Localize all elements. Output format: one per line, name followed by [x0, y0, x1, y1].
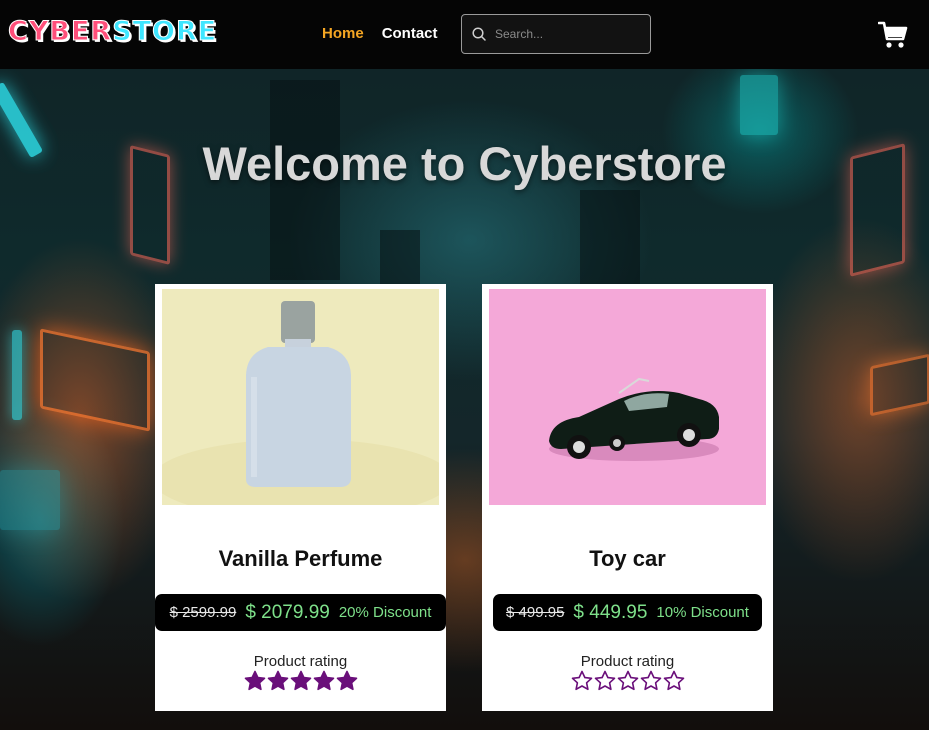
store-logo[interactable]: CYBERSTORE [7, 16, 218, 48]
star-empty-icon[interactable] [640, 670, 662, 692]
price-bar: $ 2599.99 $ 2079.99 20% Discount [155, 594, 446, 631]
search-input[interactable] [495, 27, 645, 41]
rating-label: Product rating [580, 653, 675, 670]
product-name: Vanilla Perfume [218, 546, 383, 571]
neon-sign [40, 328, 150, 432]
neon-sign [0, 470, 60, 530]
search-icon [472, 27, 486, 41]
rating-label: Product rating [253, 653, 348, 670]
shopping-cart-icon[interactable] [878, 21, 908, 49]
star-filled-icon[interactable] [313, 670, 335, 692]
star-empty-icon[interactable] [617, 670, 639, 692]
logo-text-store: STORE [112, 16, 218, 48]
nav-contact-link[interactable]: Contact [382, 25, 438, 42]
star-empty-icon[interactable] [663, 670, 685, 692]
discount-label: 20% Discount [338, 604, 432, 621]
new-price: $ 2079.99 [245, 601, 330, 623]
star-empty-icon[interactable] [594, 670, 616, 692]
background-scene [0, 0, 929, 730]
old-price: $ 2599.99 [169, 604, 237, 621]
nav-home-link[interactable]: Home [322, 25, 364, 42]
new-price: $ 449.95 [573, 601, 648, 623]
neon-sign [870, 353, 929, 417]
neon-sign [740, 75, 778, 135]
star-filled-icon[interactable] [267, 670, 289, 692]
old-price: $ 499.95 [506, 604, 565, 621]
product-name: Toy car [589, 546, 666, 571]
star-filled-icon[interactable] [244, 670, 266, 692]
neon-sign [12, 330, 22, 420]
product-card[interactable]: Toy car $ 499.95 $ 449.95 10% Discount P… [482, 284, 773, 711]
discount-label: 10% Discount [656, 604, 749, 621]
hero-title: Welcome to Cyberstore [202, 137, 727, 190]
logo-text-cyber: CYBER [7, 16, 113, 48]
star-empty-icon[interactable] [571, 670, 593, 692]
price-bar: $ 499.95 $ 449.95 10% Discount [493, 594, 762, 631]
top-navbar: CYBERSTORE Home Contact [0, 0, 929, 69]
product-image-perfume [162, 289, 439, 505]
star-filled-icon[interactable] [290, 670, 312, 692]
star-filled-icon[interactable] [336, 670, 358, 692]
star-rating [155, 670, 446, 692]
nav-links: Home Contact [322, 25, 438, 42]
product-card[interactable]: Vanilla Perfume $ 2599.99 $ 2079.99 20% … [155, 284, 446, 711]
product-image-toy-car [489, 289, 766, 505]
search-box [461, 14, 651, 54]
star-rating [482, 670, 773, 692]
